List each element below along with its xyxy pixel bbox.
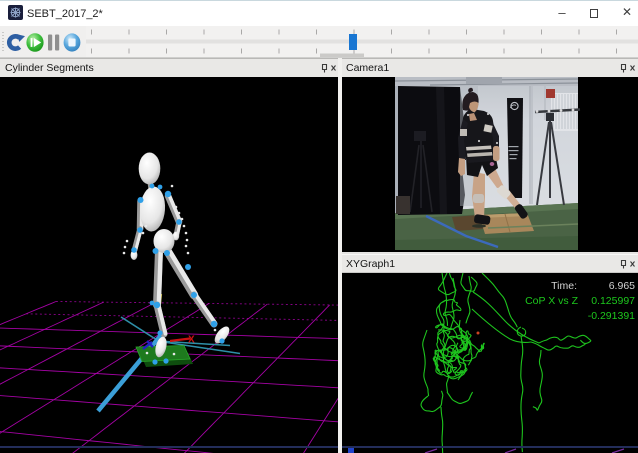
- svg-text:Time:: Time:: [551, 280, 577, 292]
- svg-text:0.125997: 0.125997: [591, 295, 635, 307]
- svg-text:6.965: 6.965: [609, 280, 635, 292]
- svg-text:-0.291391: -0.291391: [588, 310, 635, 322]
- svg-text:X: X: [188, 335, 195, 346]
- svg-text:CoP X vs Z: CoP X vs Z: [525, 295, 578, 307]
